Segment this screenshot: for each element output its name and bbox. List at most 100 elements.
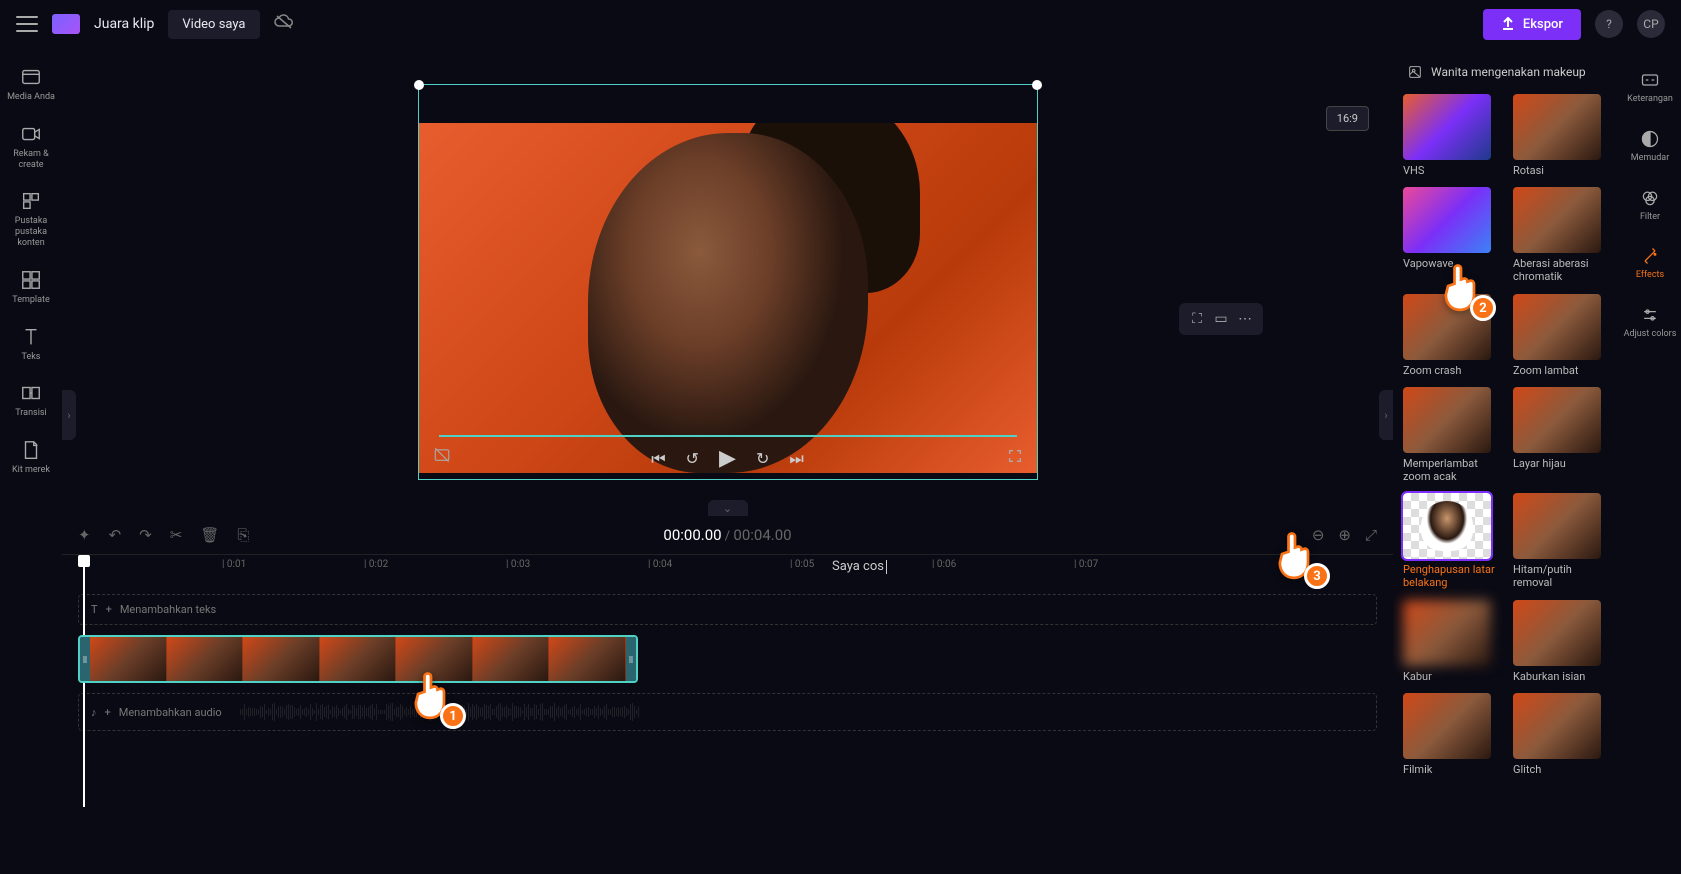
playback-controls: ⏮ ↺ ▶ ↻ ⏭	[651, 446, 804, 471]
effect-penghapusan-latar-belakang[interactable]: Penghapusan latar belakang	[1403, 493, 1499, 589]
far-item-adjust[interactable]: Adjust colors	[1619, 293, 1681, 352]
effect-thumb	[1513, 693, 1601, 759]
brand-title: Juara klip	[94, 16, 154, 32]
fullscreen-icon[interactable]	[1007, 448, 1023, 467]
effect-vhs[interactable]: VHS	[1403, 94, 1499, 177]
effect-label: Vapowave	[1403, 257, 1499, 270]
effect-label: VHS	[1403, 164, 1499, 177]
add-audio-track[interactable]: ♪ + Menambahkan audio	[78, 693, 1377, 731]
effect-hitam-putih-removal[interactable]: Hitam/putih removal	[1513, 493, 1609, 589]
export-label: Ekspor	[1523, 17, 1563, 32]
preview-image[interactable]	[419, 123, 1037, 473]
effect-rotasi[interactable]: Rotasi	[1513, 94, 1609, 177]
effect-label: Penghapusan latar belakang	[1403, 563, 1499, 589]
effect-aberasi-aberasi-chromatik[interactable]: Aberasi aberasi chromatik	[1513, 187, 1609, 283]
sidebar-item-transition[interactable]: Transisi	[0, 372, 62, 429]
effect-thumb	[1513, 600, 1601, 666]
sidebar-item-record[interactable]: Rekam & create	[0, 113, 62, 181]
effect-glitch[interactable]: Glitch	[1513, 693, 1609, 776]
timeline-timecode: 00:00.00 / 00:04.00	[663, 526, 791, 544]
clip-handle-right[interactable]: ||	[626, 637, 636, 681]
effect-label: Rotasi	[1513, 164, 1609, 177]
video-clip[interactable]: || ||	[78, 635, 638, 683]
effect-filmik[interactable]: Filmik	[1403, 693, 1499, 776]
far-item-fade[interactable]: Memudar	[1619, 117, 1681, 176]
redo-icon[interactable]: ↷	[139, 526, 152, 544]
skip-end-icon[interactable]: ⏭	[789, 449, 803, 469]
effect-label: Aberasi aberasi chromatik	[1513, 257, 1609, 283]
play-button[interactable]: ▶	[719, 446, 736, 471]
ruler-tick: | 0:01	[222, 559, 246, 570]
effect-layar-hijau[interactable]: Layar hijau	[1513, 387, 1609, 483]
music-icon: ♪	[91, 706, 97, 719]
ruler-tick: | 0:03	[506, 559, 530, 570]
resize-handle-tl[interactable]	[414, 80, 424, 90]
scrub-line[interactable]	[439, 435, 1017, 437]
duplicate-icon[interactable]: ⎘	[237, 526, 249, 544]
effect-kaburkan-isian[interactable]: Kaburkan isian	[1513, 600, 1609, 683]
effect-label: Hitam/putih removal	[1513, 563, 1609, 589]
hamburger-menu[interactable]	[16, 16, 38, 32]
effect-thumb	[1403, 187, 1491, 253]
cloud-sync-icon[interactable]	[274, 14, 294, 34]
sidebar-item-library[interactable]: Pustaka pustaka konten	[0, 180, 62, 258]
effect-zoom-lambat[interactable]: Zoom lambat	[1513, 294, 1609, 377]
effect-vapowave[interactable]: Vapowave	[1403, 187, 1499, 283]
far-item-effects[interactable]: Effects	[1619, 234, 1681, 293]
split-icon[interactable]: ✂	[170, 526, 183, 544]
effect-label: Filmik	[1403, 763, 1499, 776]
zoom-out-icon[interactable]: ⊖	[1312, 526, 1325, 544]
effect-thumb	[1403, 387, 1491, 453]
far-item-filter[interactable]: Filter	[1619, 176, 1681, 235]
sidebar-item-media[interactable]: Media Anda	[0, 56, 62, 113]
safe-zone-icon[interactable]	[433, 446, 451, 467]
zoom-fit-icon[interactable]: ⤢	[1365, 526, 1377, 544]
floating-toolbar: ⛶ ▭ ⋯	[1179, 303, 1263, 335]
right-panel-collapse[interactable]: ›	[1379, 390, 1393, 440]
far-right-sidebar: Keterangan Memudar Filter Effects Adjust…	[1619, 48, 1681, 874]
ruler-tick: | 0:07	[1074, 559, 1098, 570]
export-button[interactable]: Ekspor	[1483, 9, 1581, 40]
user-avatar[interactable]: CP	[1637, 10, 1665, 38]
effect-thumb	[1403, 94, 1491, 160]
crop-icon[interactable]: ⛶	[1187, 309, 1207, 329]
clip-handle-left[interactable]: ||	[80, 637, 90, 681]
zoom-in-icon[interactable]: ⊕	[1338, 526, 1351, 544]
undo-icon[interactable]: ↶	[109, 526, 122, 544]
playhead[interactable]	[78, 555, 90, 567]
timeline-ruler[interactable]: Saya cos | 0:01| 0:02| 0:03| 0:04| 0:05|…	[62, 554, 1393, 578]
effect-memperlambat-zoom-acak[interactable]: Memperlambat zoom acak	[1403, 387, 1499, 483]
more-icon[interactable]: ⋯	[1235, 309, 1255, 329]
delete-icon[interactable]: 🗑	[200, 526, 219, 544]
timeline: ⌄ ✦ ↶ ↷ ✂ 🗑 ⎘ 00:00.00 / 00:04.00 ⊖ ⊕ ⤢ …	[62, 516, 1393, 874]
far-item-captions[interactable]: Keterangan	[1619, 58, 1681, 117]
rewind-icon[interactable]: ↺	[686, 449, 699, 468]
effects-search[interactable]: Wanita mengenakan makeup	[1403, 58, 1609, 86]
effect-label: Zoom lambat	[1513, 364, 1609, 377]
help-icon[interactable]: ?	[1595, 10, 1623, 38]
effect-label: Kaburkan isian	[1513, 670, 1609, 683]
timeline-collapse[interactable]: ⌄	[708, 500, 748, 516]
effect-thumb	[1403, 294, 1491, 360]
effects-panel: Wanita mengenakan makeup VHS Rotasi Vapowa…	[1393, 48, 1619, 874]
sidebar-item-brandkit[interactable]: Kit merek	[0, 429, 62, 486]
sidebar-item-text[interactable]: Teks	[0, 316, 62, 373]
magic-icon[interactable]: ✦	[78, 526, 91, 544]
effect-label: Memperlambat zoom acak	[1403, 457, 1499, 483]
tab-my-video[interactable]: Video saya	[168, 10, 259, 39]
skip-start-icon[interactable]: ⏮	[651, 449, 665, 469]
resize-handle-tr[interactable]	[1032, 80, 1042, 90]
preview-selection[interactable]: ⏮ ↺ ▶ ↻ ⏭	[418, 84, 1038, 480]
sidebar-item-template[interactable]: Template	[0, 259, 62, 316]
pip-icon[interactable]: ▭	[1211, 309, 1231, 329]
forward-icon[interactable]: ↻	[756, 449, 769, 468]
plus-icon: +	[105, 706, 111, 719]
effect-label: Zoom crash	[1403, 364, 1499, 377]
effect-kabur[interactable]: Kabur	[1403, 600, 1499, 683]
search-text: Wanita mengenakan makeup	[1431, 65, 1586, 79]
add-text-track[interactable]: T + Menambahkan teks	[78, 594, 1377, 625]
effect-zoom-crash[interactable]: Zoom crash	[1403, 294, 1499, 377]
effect-thumb	[1403, 600, 1491, 666]
aspect-ratio-badge[interactable]: 16:9	[1326, 106, 1369, 131]
effect-label: Kabur	[1403, 670, 1499, 683]
